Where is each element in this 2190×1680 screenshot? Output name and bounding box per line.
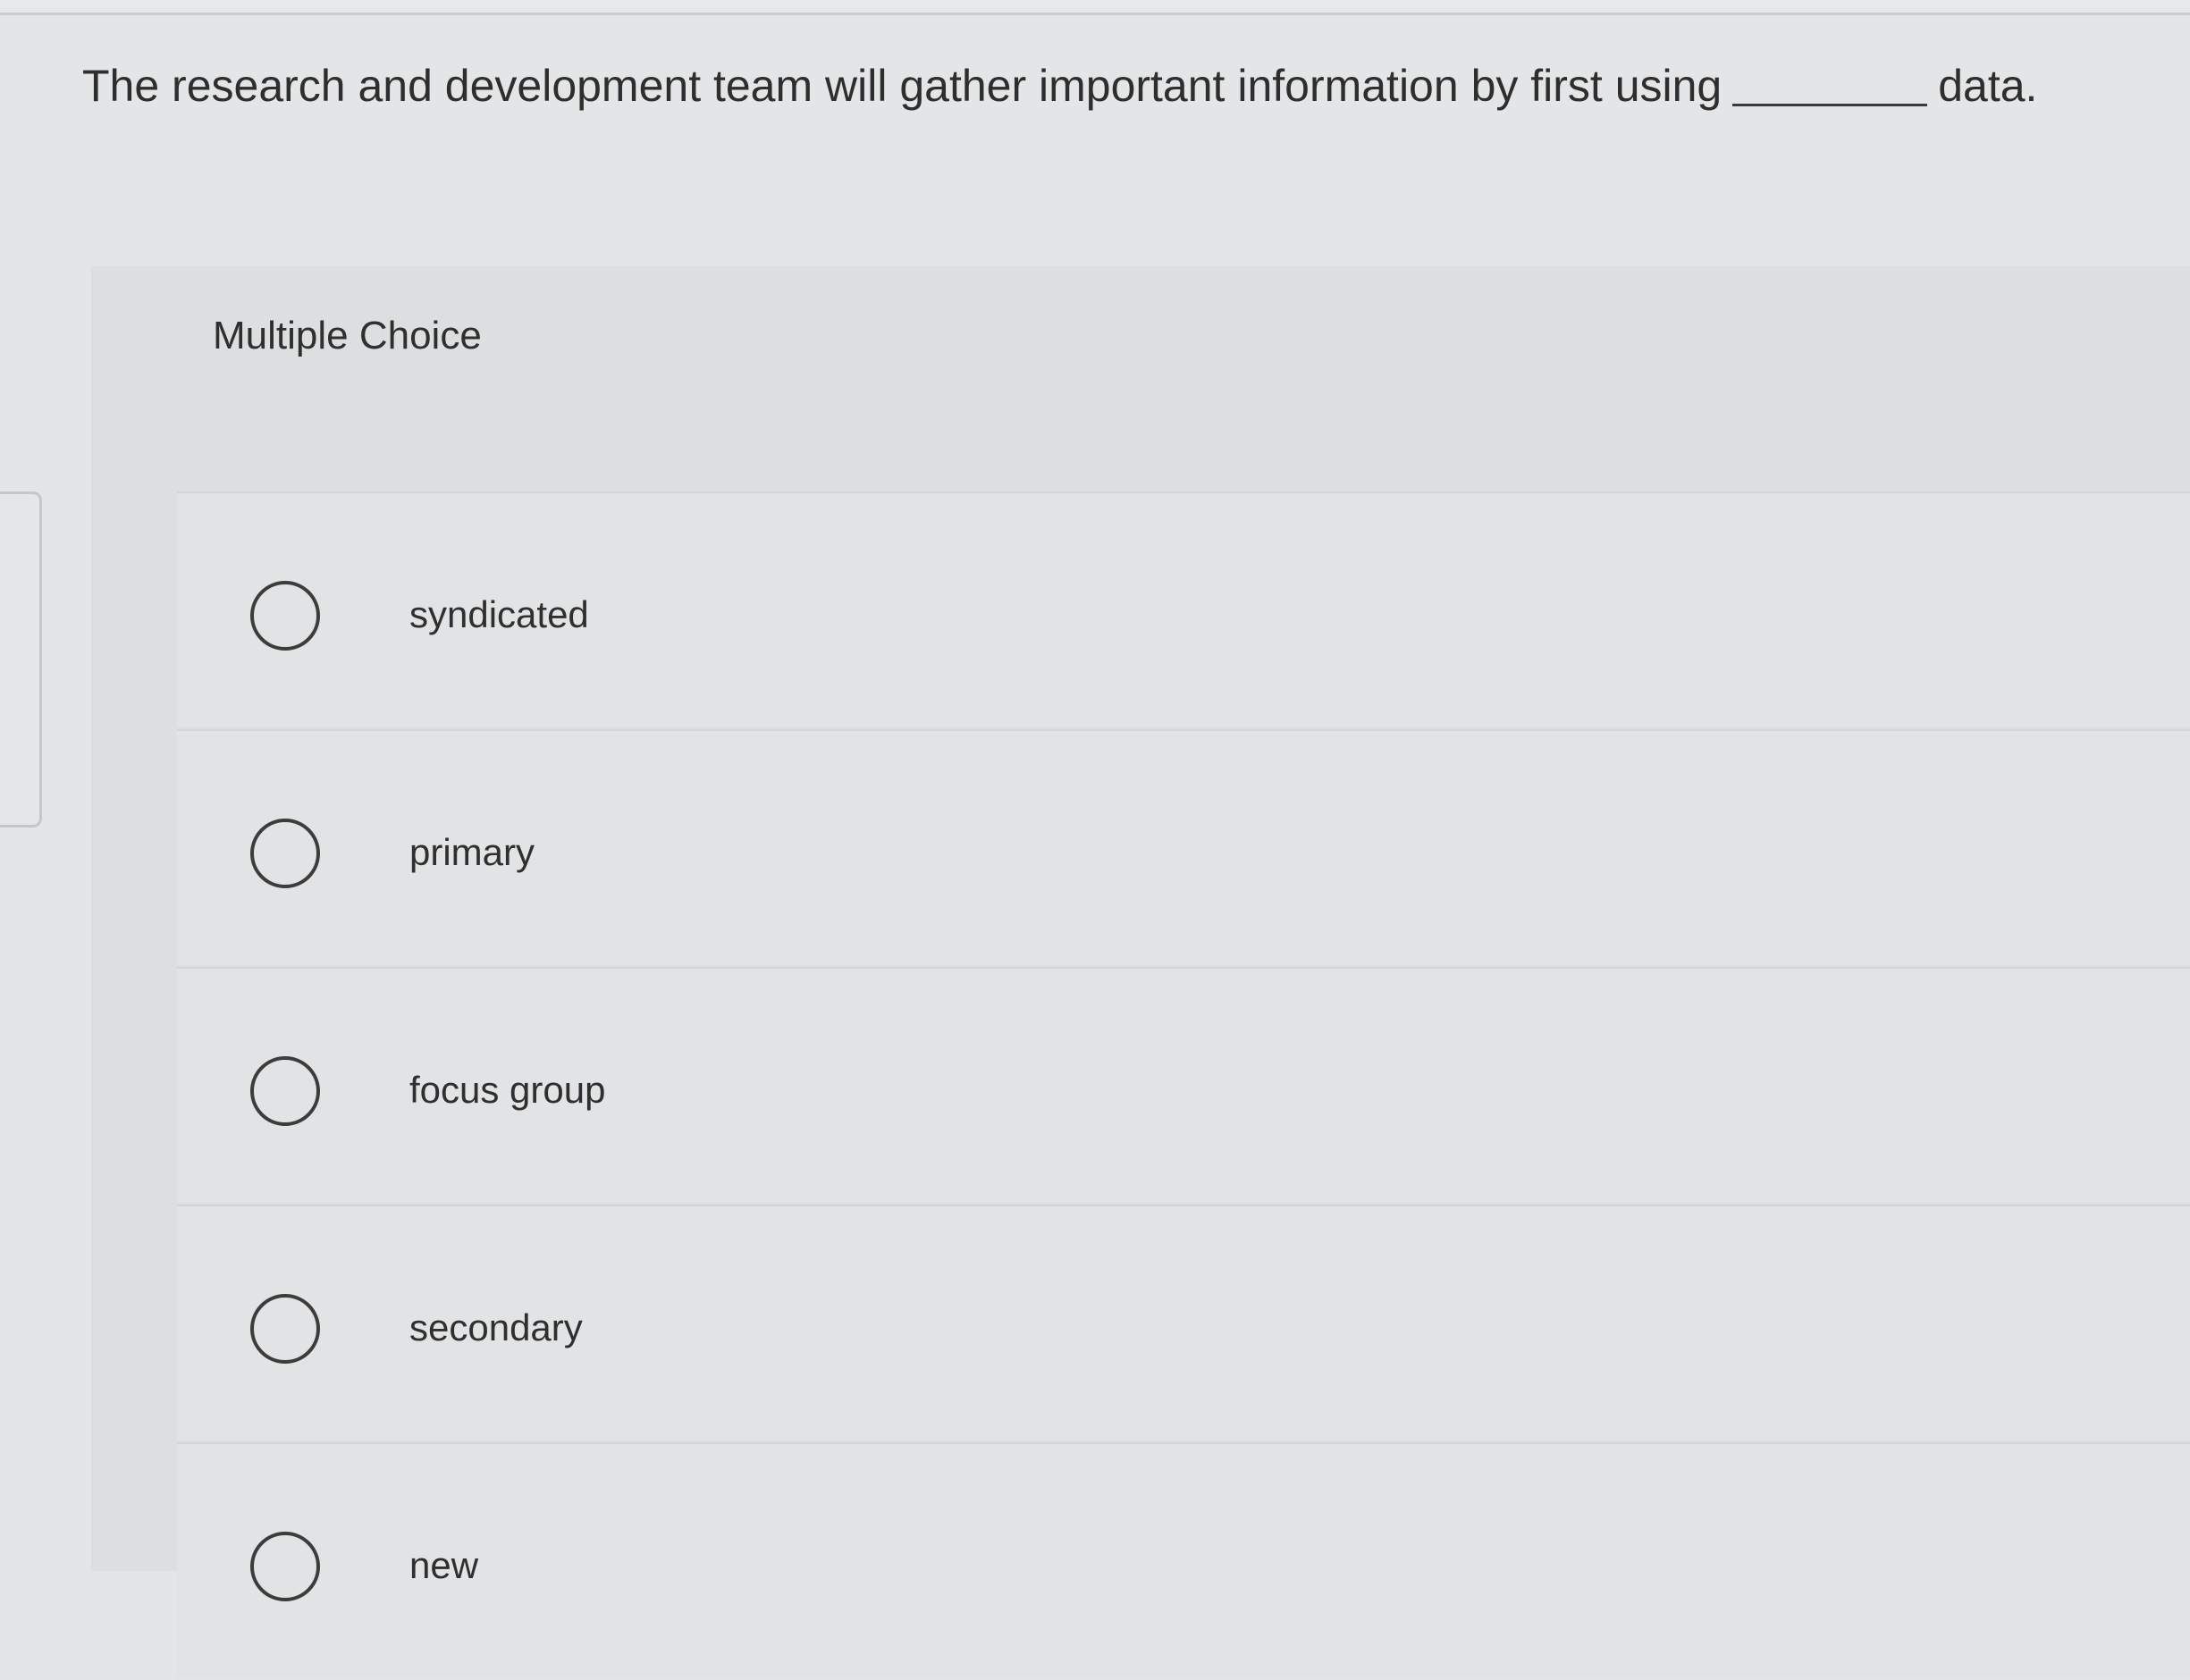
answer-option-label: syndicated — [409, 593, 589, 635]
answer-option-label: primary — [409, 831, 535, 873]
answer-option[interactable]: secondary — [177, 1205, 2190, 1441]
radio-unchecked-icon[interactable] — [250, 1294, 320, 1364]
answer-option-label: new — [409, 1544, 479, 1586]
question-text-before: The research and development team will g… — [82, 61, 1723, 111]
question-prompt: The research and development team will g… — [82, 59, 2138, 113]
multiple-choice-panel: Multiple Choice syndicated primary focus… — [91, 266, 2190, 1678]
radio-unchecked-icon[interactable] — [250, 1532, 320, 1601]
answer-option[interactable]: syndicated — [177, 491, 2190, 727]
question-text-after: data. — [1938, 61, 2038, 111]
radio-unchecked-icon[interactable] — [250, 1056, 320, 1126]
answer-option[interactable]: primary — [177, 729, 2190, 965]
radio-unchecked-icon[interactable] — [250, 581, 320, 651]
question-type-label: Multiple Choice — [213, 314, 482, 357]
answer-option[interactable]: new — [177, 1442, 2190, 1678]
answer-options: syndicated primary focus group secondary… — [177, 491, 2190, 1680]
answer-option-label: secondary — [409, 1306, 583, 1348]
answer-option[interactable]: focus group — [177, 967, 2190, 1203]
top-divider — [0, 0, 2190, 15]
radio-unchecked-icon[interactable] — [250, 819, 320, 888]
answer-option-label: focus group — [409, 1069, 606, 1111]
answer-blank — [1732, 68, 1928, 106]
side-panel-edge — [0, 491, 42, 827]
